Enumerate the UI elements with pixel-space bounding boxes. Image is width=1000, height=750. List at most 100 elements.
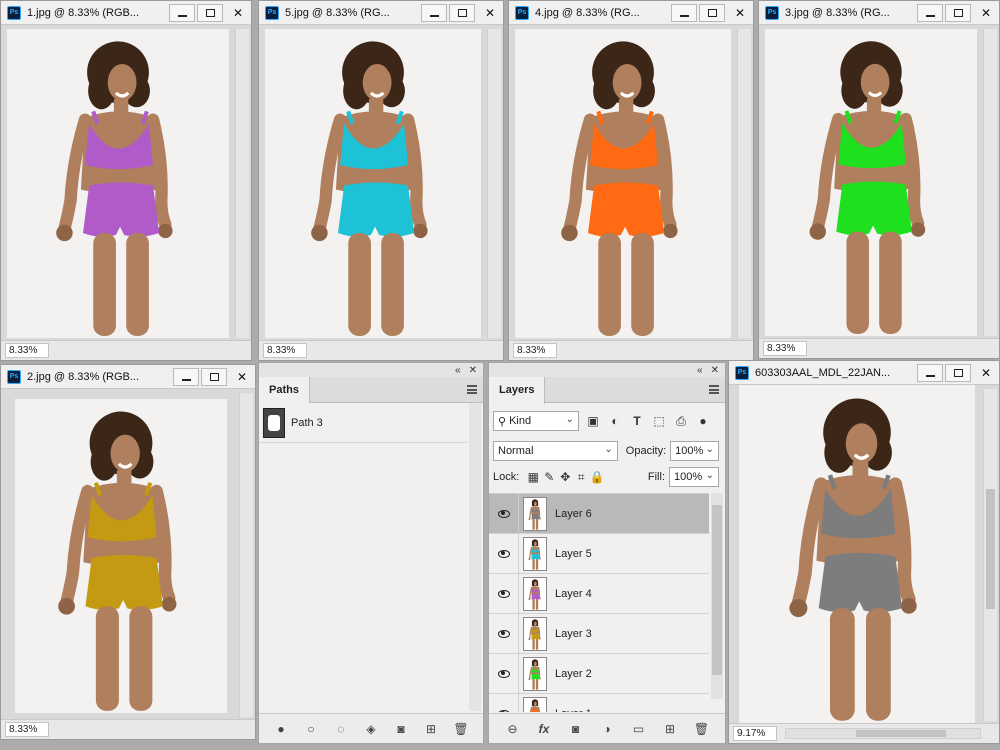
lock-artboard-icon[interactable]: ⌗ xyxy=(573,469,589,485)
document-canvas[interactable] xyxy=(1,25,251,340)
link-layers-icon[interactable]: ⊖ xyxy=(505,721,521,737)
document-window-6[interactable]: Ps 603303AAL_MDL_22JAN... ✕ 9.17% xyxy=(728,360,1000,744)
layer-row[interactable]: Layer 3 xyxy=(489,614,709,654)
window-titlebar[interactable]: Ps 4.jpg @ 8.33% (RG... ✕ xyxy=(509,1,753,25)
vertical-scrollbar[interactable] xyxy=(239,393,253,717)
visibility-eye-icon[interactable] xyxy=(489,494,519,533)
new-layer-icon[interactable]: ⊞ xyxy=(662,721,678,737)
close-button[interactable]: ✕ xyxy=(229,368,255,386)
delete-layer-icon[interactable]: 🗑 xyxy=(694,721,710,737)
close-panel-icon[interactable]: ✕ xyxy=(711,365,719,376)
fx-icon[interactable]: fx xyxy=(536,721,552,737)
vertical-scrollbar[interactable] xyxy=(983,29,997,336)
close-button[interactable]: ✕ xyxy=(973,364,999,382)
close-button[interactable]: ✕ xyxy=(225,4,251,22)
load-selection-icon[interactable]: ◌ xyxy=(333,721,349,737)
minimize-button[interactable] xyxy=(917,363,943,382)
collapse-icon[interactable]: « xyxy=(455,365,461,376)
lock-image-icon[interactable]: ✎ xyxy=(541,469,557,485)
group-folder-icon[interactable]: ▭ xyxy=(631,721,647,737)
layer-row[interactable]: Layer 5 xyxy=(489,534,709,574)
scrollbar-thumb[interactable] xyxy=(712,505,722,675)
image-filter-icon[interactable]: ▣ xyxy=(585,413,601,429)
close-button[interactable]: ✕ xyxy=(973,4,999,22)
tab-layers[interactable]: Layers xyxy=(489,377,546,404)
document-canvas[interactable] xyxy=(509,25,753,340)
window-titlebar[interactable]: Ps 5.jpg @ 8.33% (RG... ✕ xyxy=(259,1,503,25)
shape-filter-icon[interactable]: ⬚ xyxy=(651,413,667,429)
zoom-level[interactable]: 8.33% xyxy=(5,722,49,737)
close-button[interactable]: ✕ xyxy=(477,4,503,22)
visibility-eye-icon[interactable] xyxy=(489,574,519,613)
document-window-3[interactable]: Ps 3.jpg @ 8.33% (RG... ✕ 8.33% xyxy=(758,0,1000,359)
document-window-4[interactable]: Ps 4.jpg @ 8.33% (RG... ✕ 8.33% xyxy=(508,0,754,361)
window-titlebar[interactable]: Ps 1.jpg @ 8.33% (RGB... ✕ xyxy=(1,1,251,25)
zoom-level[interactable]: 8.33% xyxy=(763,341,807,356)
filter-toggle-icon[interactable]: ● xyxy=(695,413,711,429)
document-window-1[interactable]: Ps 1.jpg @ 8.33% (RGB... ✕ 8.33% xyxy=(0,0,252,361)
window-titlebar[interactable]: Ps 3.jpg @ 8.33% (RG... ✕ xyxy=(759,1,999,25)
fill-path-icon[interactable]: ● xyxy=(273,721,289,737)
document-window-5[interactable]: Ps 5.jpg @ 8.33% (RG... ✕ 8.33% xyxy=(258,0,504,361)
zoom-level[interactable]: 8.33% xyxy=(5,343,49,358)
paths-scrollbar[interactable] xyxy=(469,403,481,711)
zoom-level[interactable]: 8.33% xyxy=(513,343,557,358)
layer-row[interactable]: Layer 6 xyxy=(489,494,709,534)
opacity-input[interactable]: 100% ⌄ xyxy=(670,441,719,461)
add-mask-icon[interactable]: ◙ xyxy=(393,721,409,737)
adjustment-layer-icon[interactable]: ◑ xyxy=(599,721,615,737)
minimize-button[interactable] xyxy=(671,3,697,22)
type-filter-icon[interactable]: T xyxy=(629,413,645,429)
lock-transparency-icon[interactable]: ▦ xyxy=(525,469,541,485)
fill-input[interactable]: 100% ⌄ xyxy=(669,467,719,487)
layer-row[interactable]: Layer 2 xyxy=(489,654,709,694)
window-titlebar[interactable]: Ps 2.jpg @ 8.33% (RGB... ✕ xyxy=(1,365,255,389)
layer-row[interactable]: Layer 4 xyxy=(489,574,709,614)
maximize-button[interactable] xyxy=(201,367,227,386)
horizontal-scrollbar[interactable] xyxy=(785,728,981,739)
new-path-icon[interactable]: ⊞ xyxy=(423,721,439,737)
vertical-scrollbar[interactable] xyxy=(487,29,501,338)
zoom-level[interactable]: 8.33% xyxy=(263,343,307,358)
minimize-button[interactable] xyxy=(917,3,943,22)
window-titlebar[interactable]: Ps 603303AAL_MDL_22JAN... ✕ xyxy=(729,361,999,385)
panel-menu-icon[interactable] xyxy=(709,385,719,394)
maximize-button[interactable] xyxy=(945,3,971,22)
vertical-scrollbar[interactable] xyxy=(235,29,249,338)
delete-path-icon[interactable]: 🗑 xyxy=(453,721,469,737)
collapse-icon[interactable]: « xyxy=(697,365,703,376)
vertical-scrollbar[interactable] xyxy=(737,29,751,338)
filter-kind-select[interactable]: ⚲ Kind ⌄ xyxy=(493,411,579,431)
document-canvas[interactable] xyxy=(1,389,255,719)
maximize-button[interactable] xyxy=(197,3,223,22)
document-canvas[interactable] xyxy=(729,385,999,723)
close-panel-icon[interactable]: ✕ xyxy=(469,365,477,376)
vertical-scrollbar[interactable] xyxy=(983,389,997,721)
visibility-eye-icon[interactable] xyxy=(489,614,519,653)
visibility-eye-icon[interactable] xyxy=(489,654,519,693)
maximize-button[interactable] xyxy=(699,3,725,22)
lock-position-icon[interactable]: ✥ xyxy=(557,469,573,485)
panel-menu-icon[interactable] xyxy=(467,385,477,394)
make-work-path-icon[interactable]: ◈ xyxy=(363,721,379,737)
maximize-button[interactable] xyxy=(449,3,475,22)
adjustment-filter-icon[interactable]: ◐ xyxy=(607,413,623,429)
stroke-path-icon[interactable]: ○ xyxy=(303,721,319,737)
minimize-button[interactable] xyxy=(173,367,199,386)
blend-mode-select[interactable]: Normal ⌄ xyxy=(493,441,618,461)
document-canvas[interactable] xyxy=(259,25,503,340)
zoom-level[interactable]: 9.17% xyxy=(733,726,777,741)
visibility-eye-icon[interactable] xyxy=(489,534,519,573)
path-item[interactable]: Path 3 xyxy=(259,403,467,443)
minimize-button[interactable] xyxy=(421,3,447,22)
close-button[interactable]: ✕ xyxy=(727,4,753,22)
layer-row[interactable]: Layer 1 xyxy=(489,694,709,712)
tab-paths[interactable]: Paths xyxy=(259,377,310,404)
smart-object-filter-icon[interactable]: ⎙ xyxy=(673,413,689,429)
maximize-button[interactable] xyxy=(945,363,971,382)
lock-all-icon[interactable]: 🔒 xyxy=(589,469,605,485)
visibility-eye-icon[interactable] xyxy=(489,694,519,712)
document-canvas[interactable] xyxy=(759,25,999,338)
document-window-2[interactable]: Ps 2.jpg @ 8.33% (RGB... ✕ 8.33% xyxy=(0,364,256,740)
layers-scrollbar[interactable] xyxy=(711,493,723,699)
